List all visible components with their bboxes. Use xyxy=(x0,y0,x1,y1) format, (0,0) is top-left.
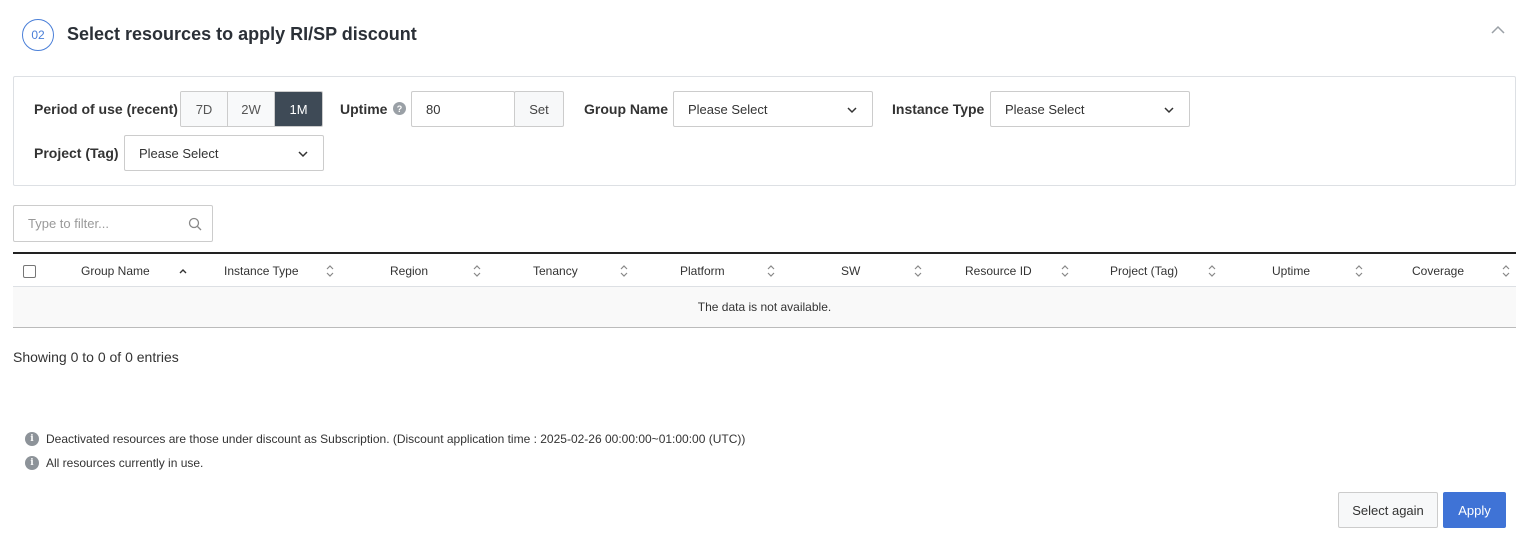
instance-type-select-value: Please Select xyxy=(1005,101,1085,117)
sort-icon[interactable] xyxy=(766,264,776,278)
sort-icon[interactable] xyxy=(1354,264,1364,278)
column-header-resource-id[interactable]: Resource ID xyxy=(965,254,1032,287)
select-all-checkbox[interactable] xyxy=(23,265,36,278)
project-tag-select[interactable]: Please Select xyxy=(124,135,324,171)
group-name-select-value: Please Select xyxy=(688,101,768,117)
uptime-label: Uptime xyxy=(340,101,388,117)
uptime-input[interactable] xyxy=(411,91,515,127)
empty-table-row: The data is not available. xyxy=(13,287,1516,328)
filter-input[interactable] xyxy=(14,206,184,241)
sort-icon[interactable] xyxy=(472,264,482,278)
chevron-down-icon xyxy=(298,151,308,158)
project-tag-label: Project (Tag) xyxy=(34,145,119,161)
section-title: Select resources to apply RI/SP discount xyxy=(67,24,417,44)
info-icon: i xyxy=(25,432,39,446)
group-name-select[interactable]: Please Select xyxy=(673,91,873,127)
sort-asc-icon[interactable] xyxy=(178,264,188,278)
sort-icon[interactable] xyxy=(1501,264,1511,278)
sort-icon[interactable] xyxy=(619,264,629,278)
resources-table: Group Name Instance Type Region Tenancy … xyxy=(13,252,1516,328)
sort-icon[interactable] xyxy=(1207,264,1217,278)
note-text: All resources currently in use. xyxy=(46,456,204,470)
period-segmented-control: 7D 2W 1M xyxy=(180,91,323,127)
note-item: i All resources currently in use. xyxy=(25,455,203,471)
group-name-label: Group Name xyxy=(584,101,669,117)
filter-panel: Period of use (recent) 7D 2W 1M Uptime ?… xyxy=(13,76,1516,186)
sort-icon[interactable] xyxy=(1060,264,1070,278)
table-filter xyxy=(13,205,213,242)
column-header-tenancy[interactable]: Tenancy xyxy=(533,254,578,287)
period-label: Period of use (recent) xyxy=(34,101,178,117)
instance-type-label: Instance Type xyxy=(892,101,985,117)
set-button[interactable]: Set xyxy=(514,91,564,127)
table-header: Group Name Instance Type Region Tenancy … xyxy=(13,252,1516,287)
chevron-down-icon xyxy=(1164,107,1174,114)
apply-button[interactable]: Apply xyxy=(1443,492,1506,528)
period-option-7d[interactable]: 7D xyxy=(181,92,228,126)
column-header-platform[interactable]: Platform xyxy=(680,254,725,287)
chevron-up-icon[interactable] xyxy=(1488,19,1508,39)
column-header-region[interactable]: Region xyxy=(390,254,428,287)
column-header-sw[interactable]: SW xyxy=(841,254,860,287)
period-option-1m[interactable]: 1M xyxy=(275,92,322,126)
entries-info: Showing 0 to 0 of 0 entries xyxy=(13,349,179,365)
select-again-button[interactable]: Select again xyxy=(1338,492,1438,528)
column-header-group-name[interactable]: Group Name xyxy=(81,254,150,287)
section-header: 02 Select resources to apply RI/SP disco… xyxy=(22,19,1512,51)
column-header-uptime[interactable]: Uptime xyxy=(1272,254,1310,287)
instance-type-select[interactable]: Please Select xyxy=(990,91,1190,127)
note-item: i Deactivated resources are those under … xyxy=(25,431,745,447)
chevron-down-icon xyxy=(847,107,857,114)
sort-icon[interactable] xyxy=(325,264,335,278)
note-text: Deactivated resources are those under di… xyxy=(46,432,746,446)
step-number-badge: 02 xyxy=(22,19,54,51)
search-icon[interactable] xyxy=(188,217,202,231)
column-header-project-tag[interactable]: Project (Tag) xyxy=(1110,254,1178,287)
help-icon[interactable]: ? xyxy=(393,102,406,115)
column-header-instance-type[interactable]: Instance Type xyxy=(224,254,299,287)
info-icon: i xyxy=(25,456,39,470)
project-tag-select-value: Please Select xyxy=(139,145,219,161)
empty-message: The data is not available. xyxy=(697,300,832,314)
sort-icon[interactable] xyxy=(913,264,923,278)
column-header-coverage[interactable]: Coverage xyxy=(1412,254,1464,287)
period-option-2w[interactable]: 2W xyxy=(228,92,275,126)
